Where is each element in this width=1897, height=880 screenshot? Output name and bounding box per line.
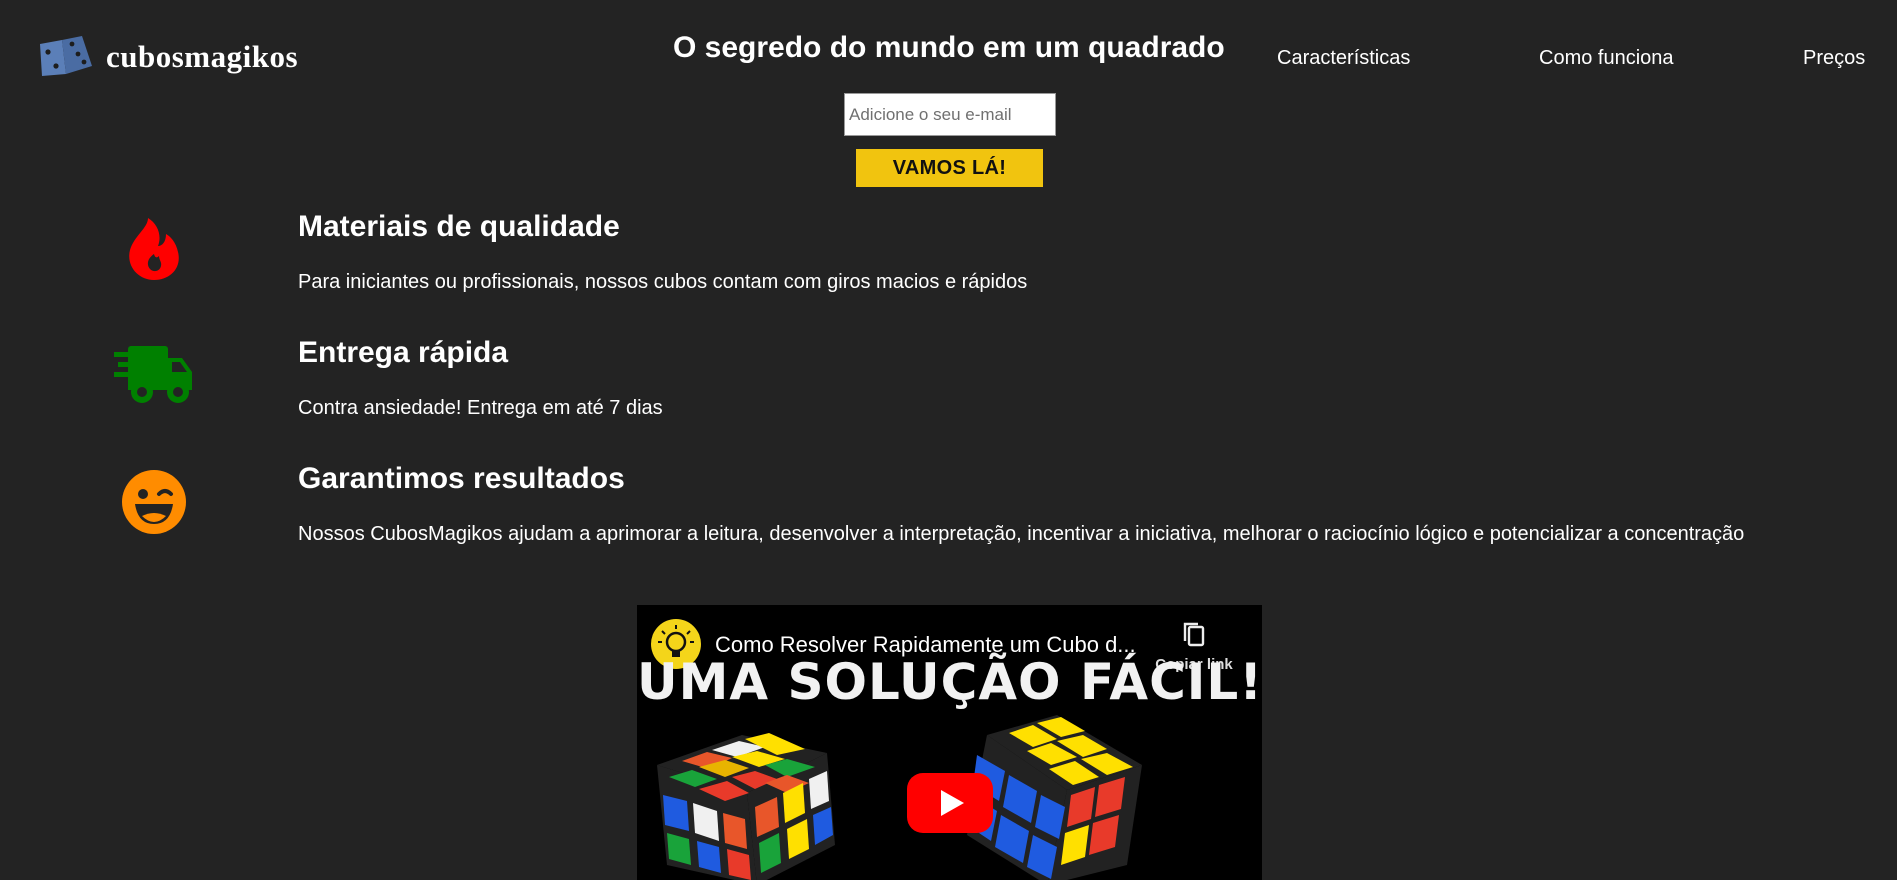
page-headline: O segredo do mundo em um quadrado xyxy=(673,31,1225,64)
feature-title: Garantimos resultados xyxy=(298,462,625,495)
submit-button[interactable]: VAMOS LÁ! xyxy=(856,149,1043,187)
brand-logo[interactable]: cubosmagikos xyxy=(38,36,298,78)
feature-text: Contra ansiedade! Entrega em até 7 dias xyxy=(298,397,663,419)
feature-title: Entrega rápida xyxy=(298,336,509,369)
dice-icon xyxy=(40,36,92,76)
truck-icon xyxy=(114,346,192,403)
feature-text: Para iniciantes ou profissionais, nossos… xyxy=(298,271,1028,293)
brand-name: cubosmagikos xyxy=(106,39,299,74)
wink-face-icon xyxy=(122,470,186,534)
copy-icon xyxy=(1183,622,1205,647)
video-embed[interactable]: Como Resolver Rapidamente um Cubo d... C… xyxy=(637,605,1262,880)
nav-link-caracteristicas[interactable]: Características xyxy=(1277,47,1410,70)
nav-link-precos[interactable]: Preços xyxy=(1803,47,1865,70)
nav-link-como-funciona[interactable]: Como funciona xyxy=(1539,47,1674,70)
landing-page: cubosmagikos O segredo do mundo em um qu… xyxy=(0,0,1897,880)
email-input[interactable] xyxy=(844,93,1056,136)
video-banner-text: UMA SOLUÇÃO FÁCIL! xyxy=(637,653,1262,711)
play-button[interactable] xyxy=(907,773,993,833)
feature-title: Materiais de qualidade xyxy=(298,210,620,243)
feature-text: Nossos CubosMagikos ajudam a aprimorar a… xyxy=(298,523,1745,545)
fire-icon xyxy=(129,218,179,280)
